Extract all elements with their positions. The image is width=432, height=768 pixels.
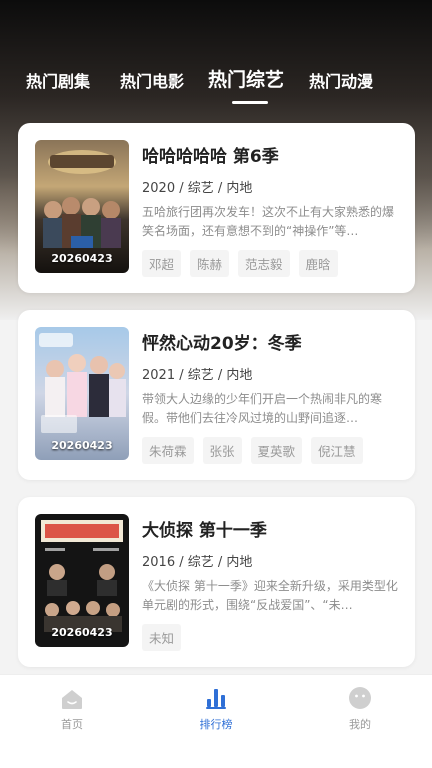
poster-image: 20260423 (35, 140, 129, 273)
nav-profile[interactable]: 我的 (320, 685, 400, 732)
nav-profile-label: 我的 (349, 718, 371, 731)
bottom-navigation: 首页 排行榜 我的 (0, 674, 432, 768)
poster-date: 20260423 (51, 626, 113, 639)
item-description: 带领大人边缘的少年们开启一个热闹非凡的寒假。带他们去往冷风过境的山野间追逐… (142, 392, 383, 425)
profile-icon (349, 687, 371, 709)
cast-tag: 未知 (142, 624, 182, 651)
cast-tag: 朱荷霖 (142, 437, 194, 464)
cast-tag: 陈赫 (190, 250, 230, 277)
cast-tag: 夏英歌 (250, 437, 303, 464)
tab-hot-anime[interactable]: 热门动漫 (309, 68, 373, 92)
item-description: 五哈旅行团再次发车！这次不止有大家熟悉的爆笑名场面，还有意想不到的“神操作”等… (142, 205, 395, 238)
item-title: 哈哈哈哈哈 第6季 (142, 147, 279, 167)
active-tab-indicator (232, 101, 268, 104)
tab-hot-variety[interactable]: 热门综艺 (208, 65, 284, 92)
tab-hot-series[interactable]: 热门剧集 (26, 68, 90, 92)
nav-ranking[interactable]: 排行榜 (176, 685, 256, 732)
home-icon (62, 690, 82, 709)
cast-tags: 朱荷霖 张张 夏英歌 倪江慧 (142, 437, 363, 464)
item-title: 大侦探 第十一季 (142, 521, 267, 541)
nav-ranking-label: 排行榜 (199, 718, 233, 731)
nav-home-label: 首页 (61, 718, 83, 731)
nav-home[interactable]: 首页 (32, 685, 112, 732)
cast-tag: 倪江慧 (311, 437, 363, 464)
cast-tag: 张张 (202, 437, 242, 464)
poster-date: 20260423 (51, 439, 113, 452)
poster-date: 20260423 (51, 252, 113, 265)
ranking-icon (206, 689, 226, 709)
item-meta: 2016 / 综艺 / 内地 (142, 555, 253, 570)
cast-tag: 范志毅 (238, 250, 290, 277)
list-item[interactable]: 20260423 大侦探 第十一季 2016 / 综艺 / 内地 《大侦探 第十… (18, 497, 415, 667)
poster-image: 20260423 (35, 327, 129, 460)
item-meta: 2021 / 综艺 / 内地 (142, 368, 253, 383)
cast-tag: 鹿晗 (298, 250, 338, 277)
item-description: 《大侦探 第十一季》迎来全新升级，采用类型化单元剧的形式，围绕“反战爱国”、“未… (142, 579, 398, 612)
poster-image: 20260423 (35, 514, 129, 647)
cast-tags: 邓超 陈赫 范志毅 鹿晗 (142, 250, 338, 277)
item-title: 怦然心动20岁：冬季 (142, 334, 302, 354)
cast-tags: 未知 (142, 624, 182, 651)
list-item[interactable]: 20260423 怦然心动20岁：冬季 2021 / 综艺 / 内地 带领大人边… (18, 310, 415, 480)
category-tabs: 热门剧集 热门电影 热门综艺 热门动漫 (0, 62, 432, 106)
list-item[interactable]: 20260423 哈哈哈哈哈 第6季 2020 / 综艺 / 内地 五哈旅行团再… (18, 123, 415, 293)
tab-hot-movies[interactable]: 热门电影 (120, 68, 184, 92)
cast-tag: 邓超 (142, 250, 182, 277)
item-meta: 2020 / 综艺 / 内地 (142, 181, 253, 196)
